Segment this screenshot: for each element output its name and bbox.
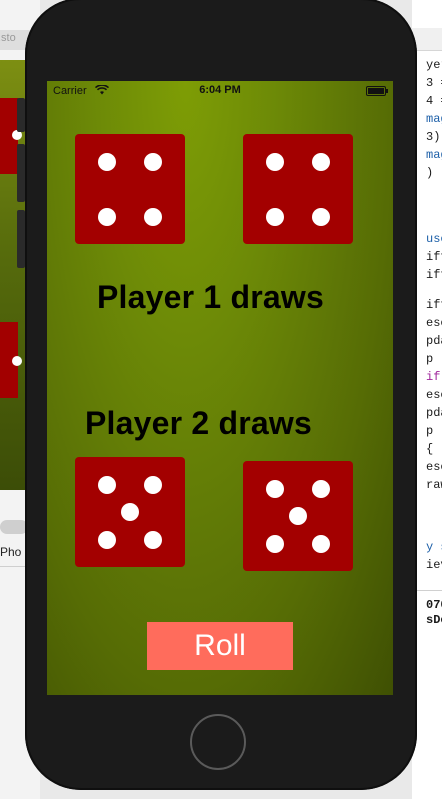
code-line: mage — [426, 148, 442, 162]
code-line: use — [426, 232, 442, 246]
die-pip — [289, 507, 307, 525]
iphone-simulator: Carrier 6:04 PM Player 1 draws Player 2 … — [25, 0, 417, 790]
die-pip — [265, 152, 284, 171]
console-line: sDev — [426, 613, 442, 627]
die-pip — [144, 530, 163, 549]
status-bar: Carrier 6:04 PM — [47, 81, 393, 101]
die-pip — [312, 479, 331, 498]
die-pip — [97, 207, 116, 226]
die-pip — [144, 207, 163, 226]
code-line: yer — [426, 58, 442, 72]
player1-die-right — [243, 134, 353, 244]
clock-label: 6:04 PM — [199, 84, 241, 96]
code-line: eset — [426, 388, 442, 402]
code-line: iffP — [426, 298, 442, 312]
code-line: 3) — [426, 130, 441, 144]
die-pip — [265, 207, 284, 226]
code-line: ) — [426, 166, 434, 180]
die-pip — [121, 503, 139, 521]
code-line: p — [426, 352, 434, 366]
code-line: iffP — [426, 250, 442, 264]
die-pip — [312, 534, 331, 553]
code-line: if — [426, 370, 441, 384]
home-button[interactable] — [190, 714, 246, 770]
horizontal-scrollbar[interactable] — [0, 520, 28, 534]
code-line: p — [426, 424, 434, 438]
code-line: raw( — [426, 478, 442, 492]
die-pip — [265, 534, 284, 553]
die-pip — [265, 479, 284, 498]
xcode-tab-label: .sto — [0, 32, 16, 44]
battery-icon — [366, 86, 388, 96]
player2-die-right — [243, 461, 353, 571]
die-pip — [97, 475, 116, 494]
code-line: pdat — [426, 334, 442, 348]
player1-result-label: Player 1 draws — [97, 279, 324, 315]
preview-pip — [12, 356, 22, 366]
console-line: 0700 — [426, 598, 442, 612]
player2-result-label: Player 2 draws — [85, 405, 312, 441]
code-line: mage — [426, 112, 442, 126]
die-pip — [97, 530, 116, 549]
die-pip — [97, 152, 116, 171]
die-pip — [312, 152, 331, 171]
device-label: Pho — [0, 545, 22, 559]
player2-die-left — [75, 457, 185, 567]
code-line: pdat — [426, 406, 442, 420]
code-line: iffP — [426, 268, 442, 282]
roll-button[interactable]: Roll — [147, 622, 293, 670]
simulator-side-button — [17, 210, 25, 268]
code-line: 3 = — [426, 76, 442, 90]
simulator-side-button — [17, 98, 25, 132]
code-line: eset — [426, 460, 442, 474]
die-pip — [144, 475, 163, 494]
app-screen: Carrier 6:04 PM Player 1 draws Player 2 … — [47, 81, 393, 695]
die-pip — [312, 207, 331, 226]
die-pip — [144, 152, 163, 171]
simulator-side-button — [17, 144, 25, 202]
code-line: y se — [426, 540, 442, 554]
code-line: ieve — [426, 558, 442, 572]
code-line: eset — [426, 316, 442, 330]
code-line: { — [426, 442, 434, 456]
code-line: 4 = — [426, 94, 442, 108]
player1-die-left — [75, 134, 185, 244]
